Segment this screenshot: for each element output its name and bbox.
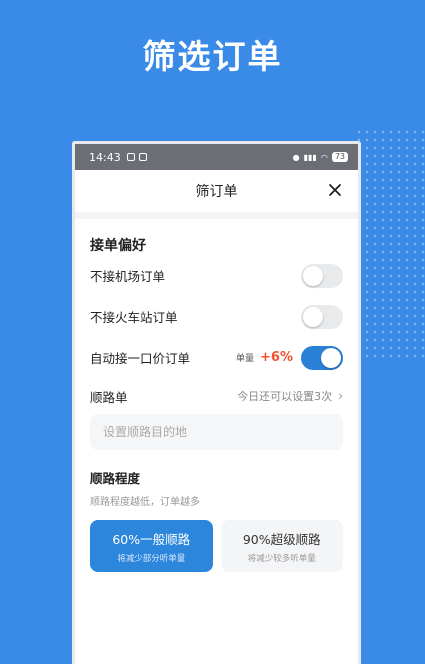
degree-title: 顺路程度 xyxy=(90,471,141,486)
dialog-header: 筛订单 xyxy=(75,170,358,212)
option-subtitle: 将减少较多听单量 xyxy=(247,553,316,564)
wifi-icon: ◠ xyxy=(320,152,328,162)
unit-label: 单量 xyxy=(236,354,255,364)
pref-row-train: 不接火车站订单 xyxy=(90,296,343,337)
pref-label: 自动接一口价订单 xyxy=(90,351,191,366)
route-hint: 今日还可以设置3次 › xyxy=(237,388,343,404)
dialog-title: 筛订单 xyxy=(195,184,238,200)
status-bar: 14:43 ● ▮▮▮ ◠ 73 xyxy=(75,144,358,170)
option-subtitle: 将减少部分听单量 xyxy=(117,553,186,564)
pref-row-airport: 不接机场订单 xyxy=(90,255,343,296)
option-90-percent[interactable]: 90%超级顺路 将减少较多听单量 xyxy=(220,520,343,572)
option-title: 60%一般顺路 xyxy=(112,531,191,547)
route-title: 顺路单 xyxy=(90,389,128,405)
degree-subtitle: 顺路程度越低，订单越多 xyxy=(90,497,200,508)
chevron-right-icon: › xyxy=(338,389,343,403)
app-notification-icon xyxy=(138,153,147,161)
pref-label: 不接火车站订单 xyxy=(90,310,178,325)
page-headline: 筛选订单 xyxy=(142,37,283,76)
close-icon[interactable] xyxy=(326,181,344,199)
route-row[interactable]: 顺路单 今日还可以设置3次 › xyxy=(90,378,343,414)
notification-icon xyxy=(126,153,135,161)
option-title: 90%超级顺路 xyxy=(242,531,321,547)
fixed-price-controls: 单量 +6% xyxy=(236,345,343,370)
pref-label: 不接机场订单 xyxy=(90,269,166,284)
train-toggle[interactable] xyxy=(301,304,343,329)
phone-screen: 14:43 ● ▮▮▮ ◠ 73 筛订单 接单偏好 不接机场订单 不接火车站订单… xyxy=(72,141,361,664)
fixed-price-toggle[interactable] xyxy=(301,345,343,370)
route-destination-input[interactable] xyxy=(90,414,343,450)
pref-row-fixed-price: 自动接一口价订单 单量 +6% xyxy=(90,337,343,378)
section-divider xyxy=(75,212,358,219)
filter-content: 接单偏好 不接机场订单 不接火车站订单 自动接一口价订单 单量 +6% 顺路单 … xyxy=(75,235,358,572)
location-icon: ● xyxy=(292,152,300,162)
option-60-percent[interactable]: 60%一般顺路 将减少部分听单量 xyxy=(90,520,213,572)
dot-pattern xyxy=(355,128,425,358)
degree-options: 60%一般顺路 将减少部分听单量 90%超级顺路 将减少较多听单量 xyxy=(90,520,343,572)
signal-icon: ▮▮▮ xyxy=(303,152,317,162)
airport-toggle[interactable] xyxy=(301,263,343,288)
status-time: 14:43 xyxy=(89,150,121,164)
toggle-knob xyxy=(303,306,323,327)
toggle-knob xyxy=(321,347,341,368)
battery-icon: 73 xyxy=(331,152,348,162)
bonus-badge: +6% xyxy=(260,350,293,365)
preferences-title: 接单偏好 xyxy=(90,238,146,254)
route-hint-text: 今日还可以设置3次 xyxy=(237,390,333,403)
status-icons: ● ▮▮▮ ◠ 73 xyxy=(293,152,348,162)
toggle-knob xyxy=(303,265,323,286)
